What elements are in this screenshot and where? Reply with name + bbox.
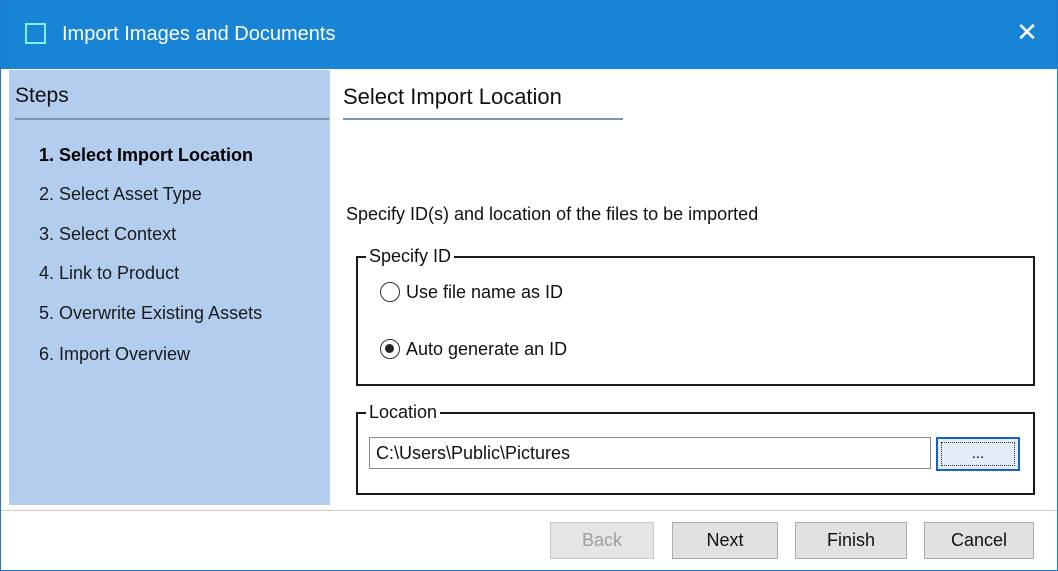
page-title: Select Import Location: [343, 84, 562, 109]
page-title-divider: [343, 118, 623, 120]
finish-button[interactable]: Finish: [795, 522, 907, 559]
step-link-to-product: 4. Link to Product: [39, 263, 180, 283]
instruction-text: Specify ID(s) and location of the files …: [346, 204, 759, 224]
radio-auto-generate[interactable]: Auto generate an ID: [380, 336, 567, 362]
footer-divider: [1, 510, 1057, 511]
title-bar[interactable]: Import Images and Documents ✕: [1, 1, 1057, 69]
radio-button[interactable]: [380, 282, 400, 302]
steps-sidebar: Steps 1. Select Import Location 2. Selec…: [9, 70, 330, 505]
specify-id-legend: Specify ID: [366, 245, 455, 267]
close-icon[interactable]: ✕: [1011, 17, 1043, 49]
location-legend: Location: [366, 401, 441, 423]
import-dialog: Import Images and Documents ✕ Steps 1. S…: [0, 0, 1058, 571]
radio-label-auto-generate: Auto generate an ID: [406, 339, 568, 359]
window-title: Import Images and Documents: [62, 23, 336, 45]
window-icon: [25, 23, 46, 44]
step-overwrite-existing-assets: 5. Overwrite Existing Assets: [39, 303, 263, 323]
location-input[interactable]: C:\Users\Public\Pictures: [369, 437, 931, 469]
step-import-overview: 6. Import Overview: [39, 344, 191, 364]
steps-divider: [15, 118, 329, 120]
step-select-asset-type: 2. Select Asset Type: [39, 184, 202, 204]
step-select-context: 3. Select Context: [39, 224, 177, 244]
radio-label-use-file-name: Use file name as ID: [406, 282, 564, 302]
radio-use-file-name[interactable]: Use file name as ID: [380, 279, 563, 305]
radio-button-selected[interactable]: [380, 339, 400, 359]
browse-button[interactable]: ...: [936, 437, 1020, 471]
back-button[interactable]: Back: [550, 522, 654, 559]
cancel-button[interactable]: Cancel: [924, 522, 1034, 559]
next-button[interactable]: Next: [672, 522, 778, 559]
steps-heading: Steps: [15, 84, 69, 107]
specify-id-group: Specify ID Use file name as ID Auto gene…: [356, 245, 1035, 386]
location-group: Location C:\Users\Public\Pictures ...: [356, 401, 1035, 495]
browse-button-label: ...: [941, 442, 1015, 466]
step-select-import-location: 1. Select Import Location: [39, 145, 254, 165]
